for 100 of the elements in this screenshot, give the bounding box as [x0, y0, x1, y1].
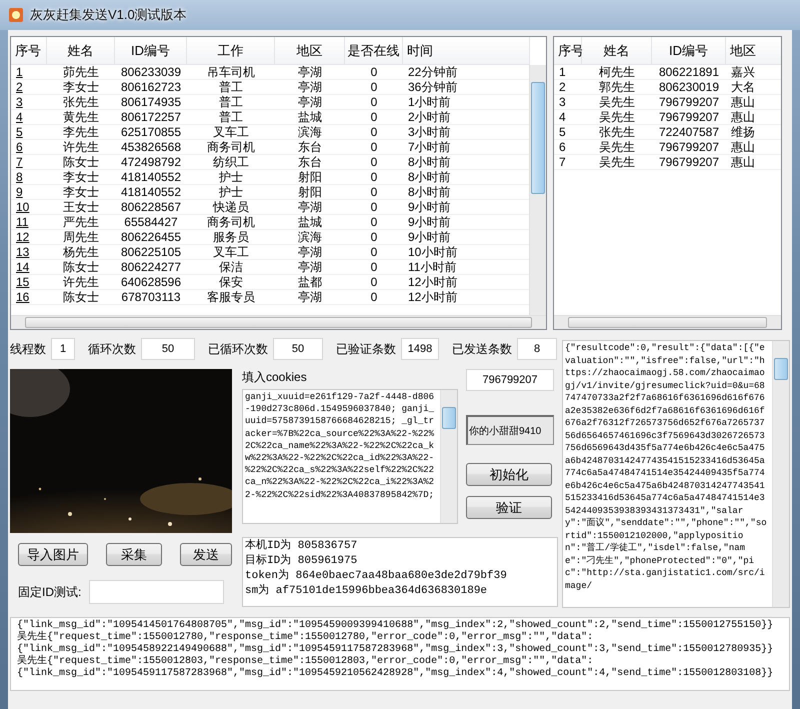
cookies-textarea[interactable]	[242, 389, 458, 524]
table-cell-text: 吴先生	[598, 110, 636, 124]
table-cell-text: 亭湖	[297, 245, 323, 259]
row-link[interactable]: 2	[11, 80, 47, 94]
table-cell-text: 0	[370, 155, 378, 169]
vertical-scrollbar[interactable]	[529, 65, 546, 315]
table-cell-text: 滨海	[297, 230, 323, 244]
horizontal-scrollbar[interactable]	[11, 315, 546, 329]
row-link[interactable]: 9	[11, 185, 47, 199]
log-line: {"link_msg_id":"1095459117587283968","msg_id":"1095459210562428928","msg_index":4,"showed_count":4,"send_time":1550012803108}}	[17, 668, 774, 680]
id-field[interactable]: 796799207	[466, 369, 554, 391]
column-header[interactable]: 序号	[11, 37, 47, 65]
table-cell-text: 0	[370, 290, 378, 304]
row-link[interactable]: 1	[11, 65, 47, 79]
table-cell-text: 7小时前	[407, 140, 452, 154]
row-link[interactable]: 3	[11, 95, 47, 109]
table-cell-text: 李女士	[62, 80, 100, 94]
counter-field[interactable]: 50	[141, 338, 195, 360]
scrollbar-thumb[interactable]	[568, 317, 767, 328]
info-line: 目标ID为 805961975	[245, 554, 358, 569]
table-cell-text: 亭湖	[297, 290, 323, 304]
row-link[interactable]: 16	[11, 290, 47, 304]
table-cell-text: 806228567	[120, 200, 182, 214]
table-cell-text: 0	[370, 125, 378, 139]
row-link[interactable]: 11	[11, 215, 47, 229]
table-cell-text: 大名	[730, 80, 756, 94]
table-cell-text: 22分钟前	[407, 65, 458, 79]
table-cell-text: 护士	[218, 185, 244, 199]
scrollbar-thumb[interactable]	[531, 82, 545, 194]
row-link[interactable]: 6	[11, 140, 47, 154]
action-button[interactable]: 导入图片	[18, 543, 88, 566]
info-textarea[interactable]: 本机ID为 805836757 目标ID为 805961975 token为 864e0baec7aa48baa680e3de2d79bf39 sm为 af75101de15996bbea364d636830189e	[242, 537, 558, 607]
row-link[interactable]: 10	[11, 200, 47, 214]
table-cell-text: 严先生	[62, 215, 100, 229]
table-cell-text: 2	[558, 80, 567, 94]
table-cell-text: 许先生	[62, 275, 100, 289]
column-header[interactable]: 时间	[403, 37, 530, 65]
row-link[interactable]: 13	[11, 245, 47, 259]
action-button[interactable]: 初始化	[466, 463, 552, 486]
table-cell-text: 0	[370, 275, 378, 289]
scrollbar-thumb[interactable]	[25, 317, 532, 328]
action-button[interactable]: 验证	[466, 496, 552, 519]
table-cell-text: 1小时前	[407, 95, 452, 109]
table-cell-text: 796799207	[658, 110, 720, 124]
row-link[interactable]: 14	[11, 260, 47, 274]
vertical-scrollbar[interactable]	[772, 341, 789, 607]
table-cell-text: 722407587	[658, 125, 720, 139]
info-line: sm为 af75101de15996bbea364d636830189e	[245, 584, 488, 599]
column-header[interactable]: 姓名	[47, 37, 115, 65]
table-cell-text: 472498792	[120, 155, 182, 169]
counter-field[interactable]: 1498	[401, 338, 439, 360]
action-button[interactable]: 发送	[180, 543, 232, 566]
table-cell-text: 806224277	[120, 260, 182, 274]
table-cell-text: 盐城	[297, 110, 323, 124]
table-cell-text: 11小时前	[407, 260, 458, 274]
counter-label: 循环次数	[88, 340, 136, 358]
response-textarea[interactable]	[562, 340, 790, 608]
table-cell-text: 9小时前	[407, 230, 452, 244]
table-cell-text: 7	[558, 155, 567, 169]
table-cell-text: 惠山	[730, 155, 756, 169]
column-header[interactable]: 地区	[275, 37, 345, 65]
table-cell-text: 0	[370, 170, 378, 184]
counter-field[interactable]: 50	[273, 338, 323, 360]
row-link[interactable]: 7	[11, 155, 47, 169]
table-cell-text: 李先生	[62, 125, 100, 139]
table-cell-text: 惠山	[730, 140, 756, 154]
table-cell-text: 0	[370, 215, 378, 229]
log-textarea[interactable]	[10, 617, 790, 691]
column-header[interactable]: 是否在线	[345, 37, 403, 65]
table-cell-text: 王女士	[62, 200, 100, 214]
row-link[interactable]: 5	[11, 125, 47, 139]
table-cell-text: 保安	[218, 275, 244, 289]
table-cell-text: 10小时前	[407, 245, 458, 259]
column-header[interactable]: 序号	[554, 37, 582, 65]
horizontal-scrollbar[interactable]	[554, 315, 781, 329]
table-cell-text: 12小时前	[407, 290, 458, 304]
table-cell-text: 纺织工	[212, 155, 250, 169]
vertical-scrollbar[interactable]	[440, 390, 457, 523]
scrollbar-thumb[interactable]	[774, 358, 788, 380]
counter-field[interactable]: 8	[517, 338, 557, 360]
row-link[interactable]: 8	[11, 170, 47, 184]
table-cell-text: 8小时前	[407, 170, 452, 184]
row-link[interactable]: 4	[11, 110, 47, 124]
table-cell-text: 射阳	[297, 170, 323, 184]
table-cell-text: 418140552	[120, 185, 182, 199]
fixed-id-field[interactable]	[89, 580, 224, 604]
column-header[interactable]: ID编号	[115, 37, 187, 65]
scrollbar-thumb[interactable]	[442, 407, 456, 429]
column-header[interactable]: ID编号	[652, 37, 726, 65]
column-header[interactable]: 工作	[187, 37, 275, 65]
table-cell-text: 806162723	[120, 80, 182, 94]
table-cell-text: 453826568	[120, 140, 182, 154]
row-link[interactable]: 15	[11, 275, 47, 289]
row-link[interactable]: 12	[11, 230, 47, 244]
action-button[interactable]: 采集	[106, 543, 162, 566]
counter-field[interactable]: 1	[51, 338, 75, 360]
table-cell-text: 快递员	[212, 200, 250, 214]
table-cell-text: 796799207	[658, 155, 720, 169]
column-header[interactable]: 姓名	[582, 37, 652, 65]
table-cell-text: 张先生	[62, 95, 100, 109]
